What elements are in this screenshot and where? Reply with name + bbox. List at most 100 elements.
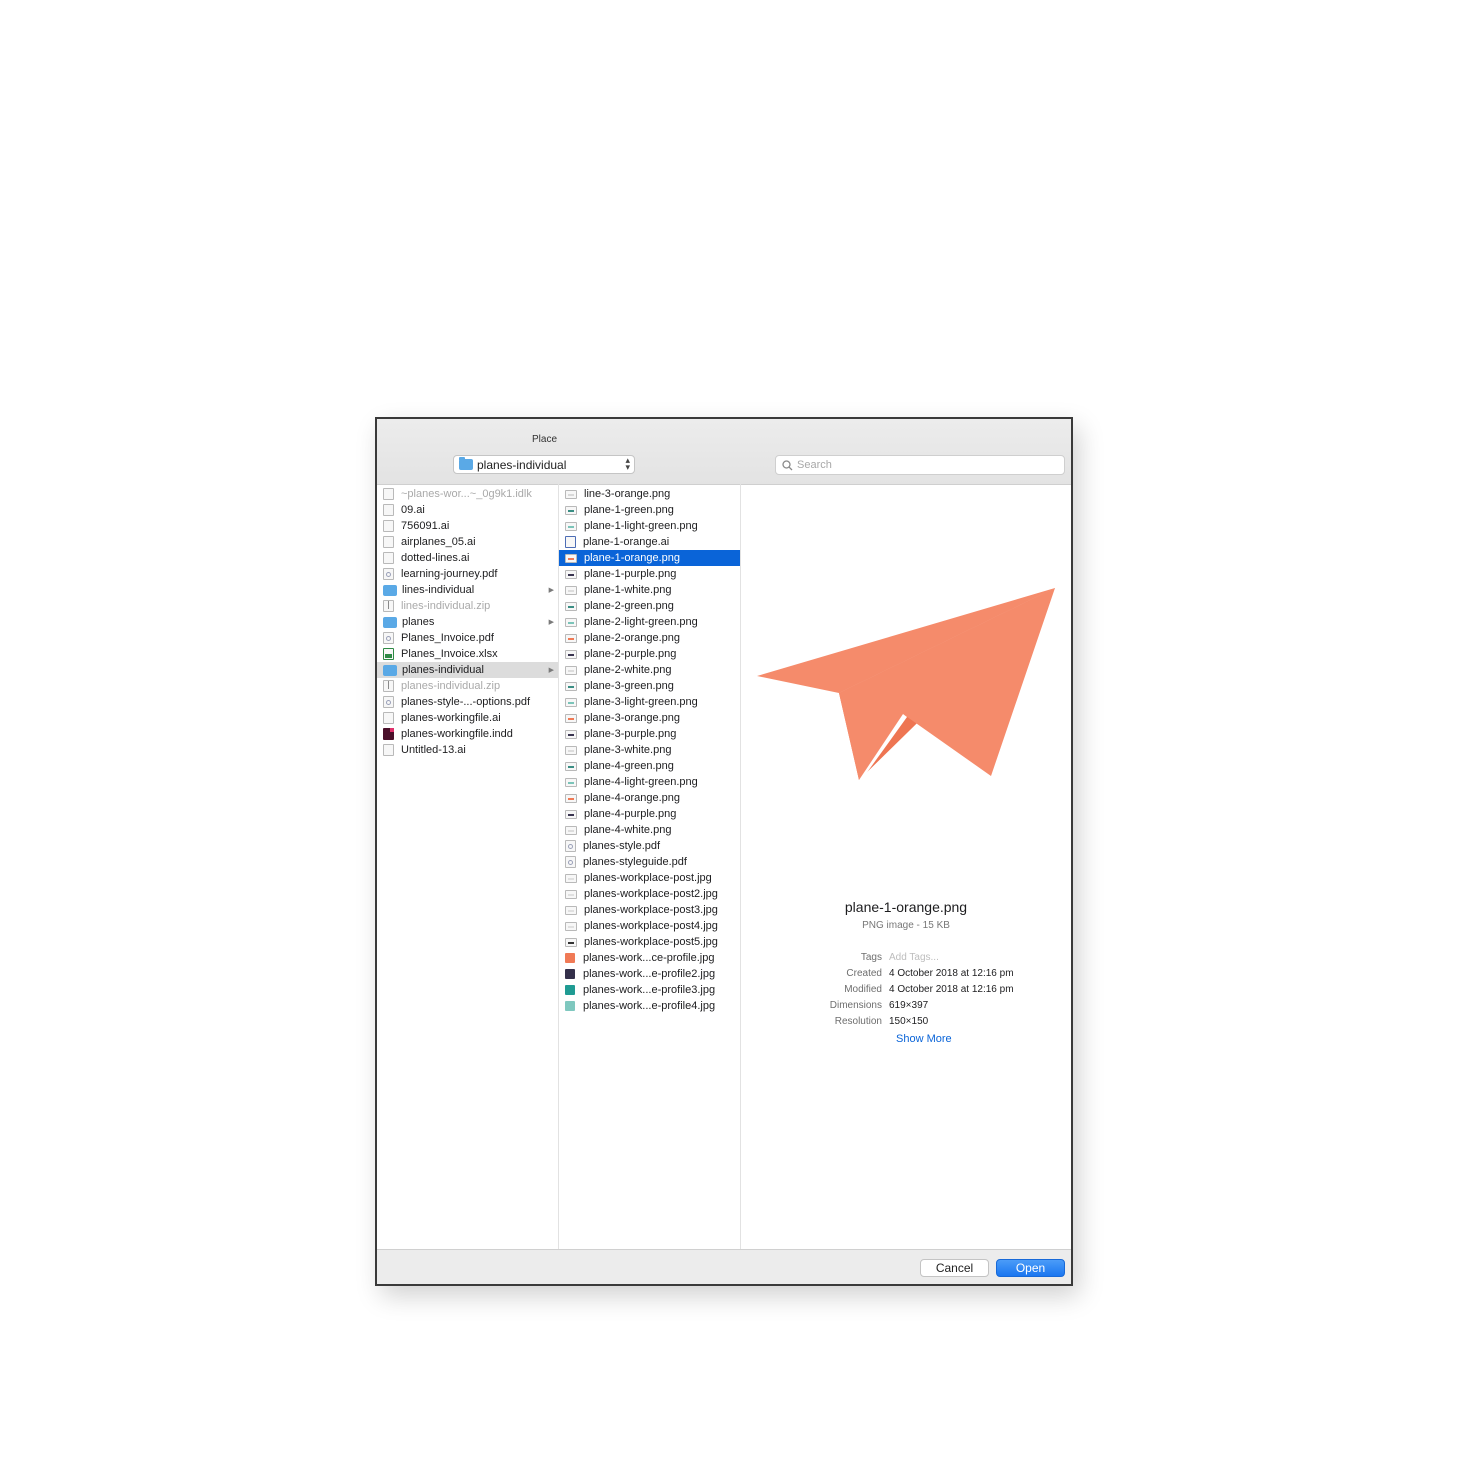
file-item[interactable]: plane-1-orange.png xyxy=(559,550,740,566)
place-dialog: Place planes-individual ▴▾ ~planes-wor..… xyxy=(375,417,1073,1286)
file-item[interactable]: planes-style-...-options.pdf xyxy=(377,694,558,710)
file-item[interactable]: planes-work...e-profile3.jpg xyxy=(559,982,740,998)
file-item[interactable]: plane-2-green.png xyxy=(559,598,740,614)
info-value: 150×150 xyxy=(889,1016,929,1027)
info-value: 4 October 2018 at 12:16 pm xyxy=(889,984,1014,995)
add-tags-field[interactable]: Add Tags... xyxy=(889,952,939,968)
file-item[interactable]: Planes_Invoice.xlsx xyxy=(377,646,558,662)
disclosure-arrow-icon: ▶ xyxy=(548,587,554,594)
preview-image xyxy=(757,588,1055,780)
file-item[interactable]: learning-journey.pdf xyxy=(377,566,558,582)
open-button[interactable]: Open xyxy=(996,1259,1065,1277)
folder-icon xyxy=(383,664,397,676)
item-label: plane-3-white.png xyxy=(584,744,672,756)
dialog-footer: Cancel Open xyxy=(377,1249,1071,1284)
dialog-title: Place xyxy=(531,434,557,445)
item-label: planes-workplace-post5.jpg xyxy=(584,936,718,948)
info-row: Modified 4 October 2018 at 12:16 pm xyxy=(741,984,1071,1000)
file-item[interactable]: plane-1-purple.png xyxy=(559,566,740,582)
item-label: plane-2-white.png xyxy=(584,664,672,676)
show-more-link[interactable]: Show More xyxy=(896,1033,952,1045)
item-label: plane-4-purple.png xyxy=(584,808,677,820)
file-item[interactable]: planes-work...e-profile4.jpg xyxy=(559,998,740,1014)
file-item[interactable]: planes-work...e-profile2.jpg xyxy=(559,966,740,982)
file-item[interactable]: plane-4-orange.png xyxy=(559,790,740,806)
zip-file-icon xyxy=(383,680,394,692)
column-2[interactable]: line-3-orange.png plane-1-green.png plane-… xyxy=(559,484,741,1252)
file-item[interactable]: planes-style.pdf xyxy=(559,838,740,854)
cancel-button[interactable]: Cancel xyxy=(920,1259,989,1277)
folder-item[interactable]: planes ▶ xyxy=(377,614,558,630)
item-label: planes-style-...-options.pdf xyxy=(401,696,531,708)
file-item[interactable]: plane-3-light-green.png xyxy=(559,694,740,710)
file-item[interactable]: plane-4-white.png xyxy=(559,822,740,838)
item-label: learning-journey.pdf xyxy=(401,568,498,580)
file-item[interactable]: plane-2-light-green.png xyxy=(559,614,740,630)
info-label: Resolution xyxy=(834,1016,882,1027)
file-item[interactable]: planes-workplace-post3.jpg xyxy=(559,902,740,918)
file-item[interactable]: plane-3-white.png xyxy=(559,742,740,758)
file-item[interactable]: planes-workplace-post5.jpg xyxy=(559,934,740,950)
file-item[interactable]: plane-2-white.png xyxy=(559,662,740,678)
png-file-icon xyxy=(565,809,577,819)
file-item[interactable]: line-3-orange.png xyxy=(559,486,740,502)
jpg-thumbnail-icon xyxy=(565,985,575,995)
info-label: Created xyxy=(846,968,882,979)
file-item[interactable]: planes-work...ce-profile.jpg xyxy=(559,950,740,966)
item-label: plane-2-light-green.png xyxy=(584,616,698,628)
file-item[interactable]: plane-2-purple.png xyxy=(559,646,740,662)
item-label: planes xyxy=(402,616,435,628)
file-item[interactable]: planes-workplace-post4.jpg xyxy=(559,918,740,934)
jpg-file-icon xyxy=(565,921,577,931)
location-popup[interactable]: planes-individual ▴ ▾ xyxy=(453,455,635,474)
pdf-file-icon xyxy=(565,856,576,868)
jpg-file-icon xyxy=(565,873,577,883)
file-item[interactable]: 09.ai xyxy=(377,502,558,518)
folder-item[interactable]: planes-individual ▶ xyxy=(377,662,558,678)
png-file-icon xyxy=(565,761,577,771)
file-item[interactable]: plane-3-orange.png xyxy=(559,710,740,726)
info-value: 4 October 2018 at 12:16 pm xyxy=(889,968,1014,979)
file-item[interactable]: plane-1-white.png xyxy=(559,582,740,598)
search-input[interactable] xyxy=(797,459,1047,471)
file-item[interactable]: plane-3-purple.png xyxy=(559,726,740,742)
file-item[interactable]: plane-1-green.png xyxy=(559,502,740,518)
item-label: plane-1-orange.png xyxy=(584,552,681,564)
pdf-file-icon xyxy=(383,696,394,708)
file-item[interactable]: plane-1-orange.ai xyxy=(559,534,740,550)
file-item[interactable]: planes-styleguide.pdf xyxy=(559,854,740,870)
file-item[interactable]: 756091.ai xyxy=(377,518,558,534)
ai-file-icon xyxy=(383,744,394,756)
file-item[interactable]: ~planes-wor...~_0g9k1.idlk xyxy=(377,486,558,502)
file-item[interactable]: planes-workplace-post2.jpg xyxy=(559,886,740,902)
preview-type-size: PNG image - 15 KB xyxy=(862,920,950,931)
item-label: plane-3-green.png xyxy=(584,680,674,692)
ai-file-icon xyxy=(383,712,394,724)
file-item[interactable]: plane-4-purple.png xyxy=(559,806,740,822)
png-file-icon xyxy=(565,553,577,563)
search-field[interactable] xyxy=(775,455,1065,475)
file-item[interactable]: dotted-lines.ai xyxy=(377,550,558,566)
file-item[interactable]: airplanes_05.ai xyxy=(377,534,558,550)
item-label: plane-1-orange.ai xyxy=(583,536,670,548)
file-item[interactable]: plane-4-light-green.png xyxy=(559,774,740,790)
file-item[interactable]: plane-4-green.png xyxy=(559,758,740,774)
file-item[interactable]: planes-workplace-post.jpg xyxy=(559,870,740,886)
file-item[interactable]: planes-individual.zip xyxy=(377,678,558,694)
file-item[interactable]: planes-workingfile.ai xyxy=(377,710,558,726)
folder-item[interactable]: lines-individual ▶ xyxy=(377,582,558,598)
item-label: planes-workplace-post3.jpg xyxy=(584,904,718,916)
file-item[interactable]: Planes_Invoice.pdf xyxy=(377,630,558,646)
file-item[interactable]: planes-workingfile.indd xyxy=(377,726,558,742)
file-item[interactable]: plane-2-orange.png xyxy=(559,630,740,646)
file-item[interactable]: plane-1-light-green.png xyxy=(559,518,740,534)
file-item[interactable]: Untitled-13.ai xyxy=(377,742,558,758)
item-label: plane-1-green.png xyxy=(584,504,674,516)
column-1[interactable]: ~planes-wor...~_0g9k1.idlk 09.ai 756091.ai… xyxy=(377,484,559,1252)
file-item[interactable]: plane-3-green.png xyxy=(559,678,740,694)
folder-icon xyxy=(383,616,397,628)
browser-content: ~planes-wor...~_0g9k1.idlk 09.ai 756091.ai… xyxy=(377,484,1071,1252)
png-file-icon xyxy=(565,569,577,579)
file-item[interactable]: lines-individual.zip xyxy=(377,598,558,614)
item-label: plane-2-purple.png xyxy=(584,648,677,660)
